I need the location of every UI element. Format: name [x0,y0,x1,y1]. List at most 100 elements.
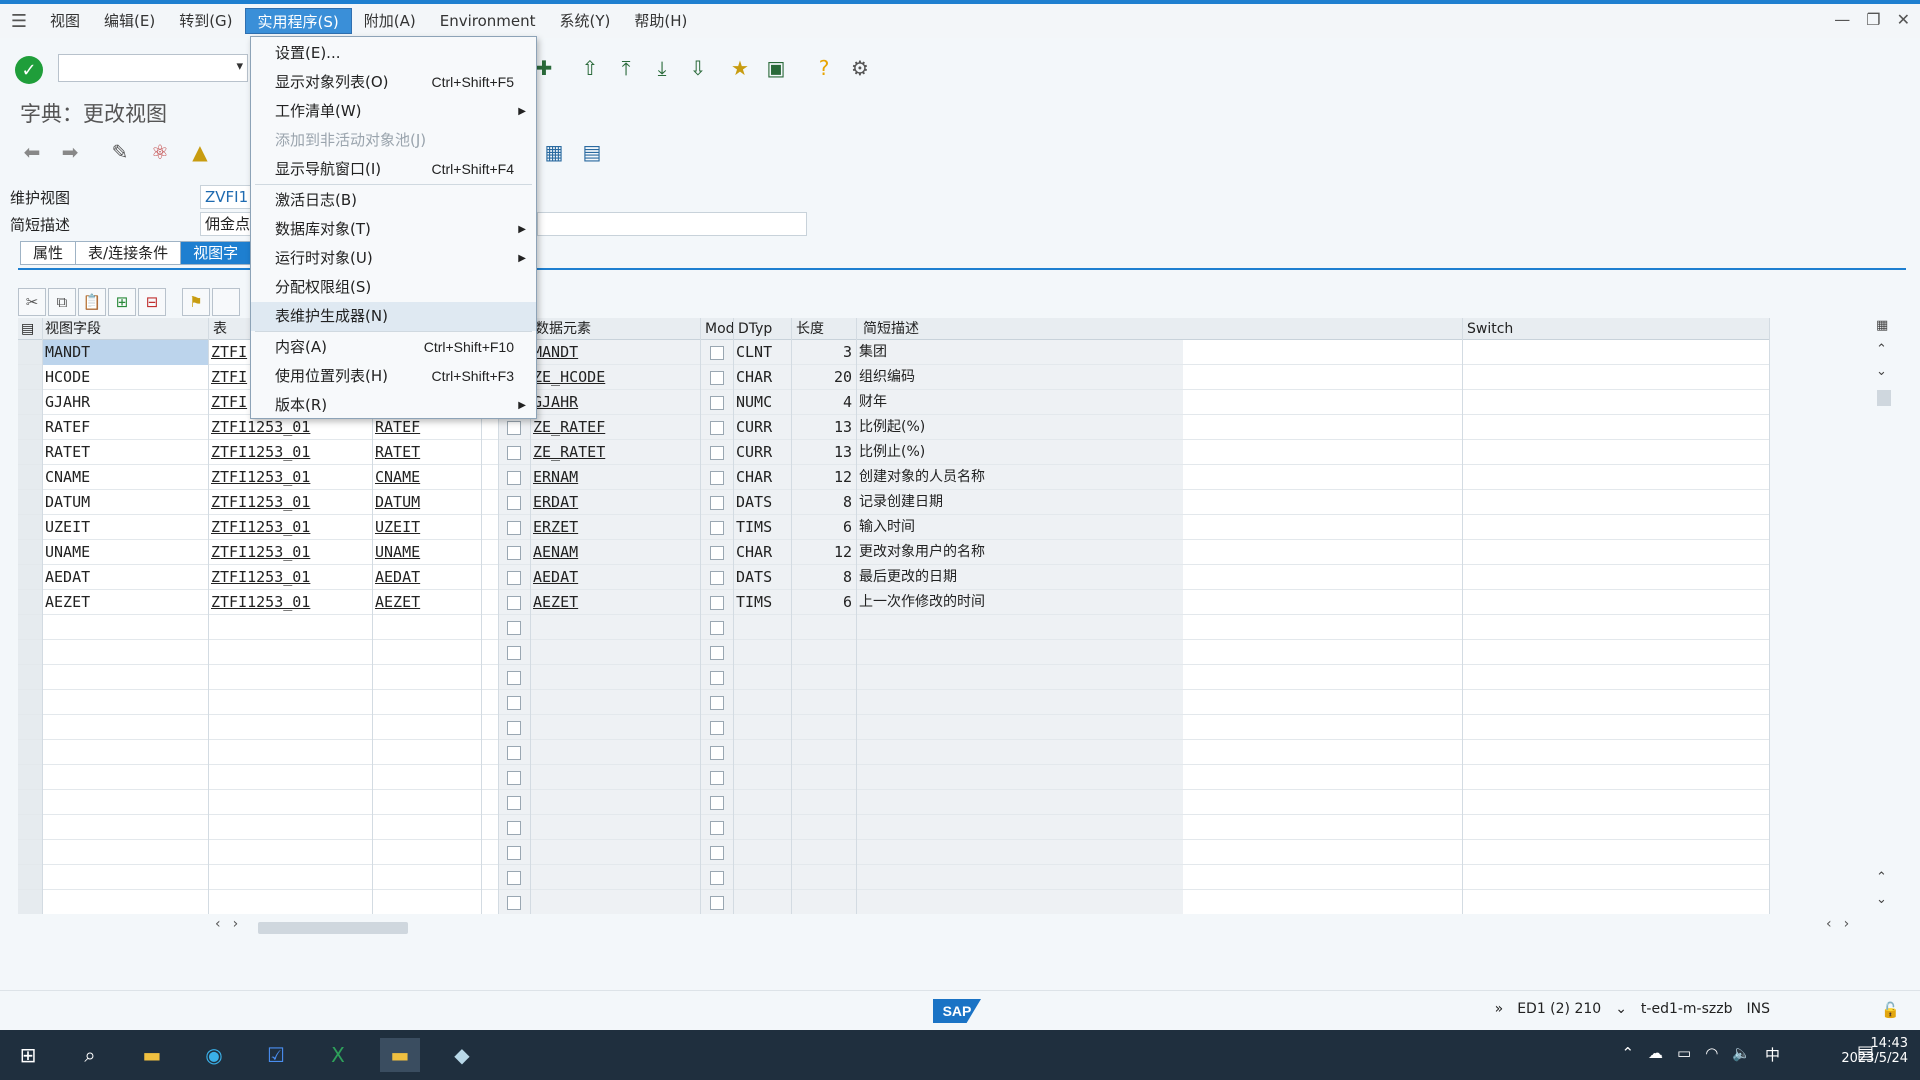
dropdown-item[interactable]: 显示导航窗口(I) Ctrl+Shift+F4 [251,155,536,184]
checkbox-mod[interactable] [710,346,724,360]
sap-menu-icon[interactable]: ☰ [0,4,38,38]
cell-table[interactable]: ZTFI1253_01 [208,590,372,615]
checkbox-key[interactable] [507,621,521,635]
cell-view-field[interactable]: HCODE [42,365,208,390]
short-desc-field-ext[interactable] [537,212,807,236]
cell-field[interactable]: AEDAT [372,565,481,590]
battery-icon[interactable]: ▭ [1677,1044,1691,1065]
dropdown-item[interactable]: 工作清单(W) ▶ [251,97,536,126]
cell-table[interactable]: ZTFI1253_01 [208,515,372,540]
checkbox-mod[interactable] [710,821,724,835]
menu-extras[interactable]: 附加(A) [352,8,428,34]
dropdown-item[interactable]: 添加到非活动对象池(J) [251,126,536,155]
cell-data-element[interactable]: ERZET [530,515,700,540]
onedrive-icon[interactable]: ☁ [1648,1044,1663,1065]
cell-data-element[interactable]: AEDAT [530,565,700,590]
checkbox-key[interactable] [507,696,521,710]
cell-data-element[interactable]: MANDT [530,340,700,365]
cell-data-element[interactable]: AEZET [530,590,700,615]
forward-arrow-icon[interactable]: ➡ [56,138,84,166]
checkbox-key[interactable] [507,471,521,485]
checkbox-key[interactable] [507,546,521,560]
checkbox-mod[interactable] [710,846,724,860]
dropdown-item[interactable]: 内容(A) Ctrl+Shift+F10 [251,333,536,362]
checkbox-key[interactable] [507,521,521,535]
menu-environment[interactable]: Environment [428,8,548,34]
cell-view-field[interactable]: GJAHR [42,390,208,415]
menu-view[interactable]: 视图 [38,8,92,34]
menu-help[interactable]: 帮助(H) [622,8,699,34]
vertical-scroll-thumb[interactable] [1877,390,1891,406]
cell-view-field[interactable]: RATEF [42,415,208,440]
excel-icon[interactable]: X [318,1038,358,1072]
checkbox-mod[interactable] [710,496,724,510]
check-object-icon[interactable]: ⚛ [146,138,174,166]
ime-indicator[interactable]: 中 [1765,1044,1780,1065]
checkbox-mod[interactable] [710,896,724,910]
upload-icon[interactable]: ⇧ [576,54,604,82]
chevron-down-icon[interactable]: ▾ [236,59,243,74]
scroll-up-icon[interactable]: ⌃ [1876,870,1887,885]
select-all-icon[interactable]: ▤ [18,318,42,340]
clock[interactable]: 14:43 2023/5/24 [1841,1036,1908,1066]
windows-start-icon[interactable]: ⊞ [8,1038,48,1072]
cell-view-field[interactable]: MANDT [42,340,208,365]
column-config-icon[interactable]: ▦ [1876,318,1888,333]
cell-view-field[interactable]: AEDAT [42,565,208,590]
cell-view-field[interactable]: UZEIT [42,515,208,540]
cut-icon[interactable]: ✂ [18,288,46,316]
dropdown-item[interactable]: 版本(R) ▶ [251,391,536,420]
cell-field[interactable]: UZEIT [372,515,481,540]
menu-system[interactable]: 系统(Y) [548,8,623,34]
paste-icon[interactable]: 📋 [78,288,106,316]
cell-view-field[interactable]: UNAME [42,540,208,565]
delete-row-icon[interactable]: ⊟ [138,288,166,316]
horizontal-scroll-thumb[interactable] [258,922,408,934]
cell-table[interactable]: ZTFI1253_01 [208,490,372,515]
dropdown-item[interactable]: 分配权限组(S) [251,273,536,302]
checkbox-key[interactable] [507,871,521,885]
cell-field[interactable]: RATET [372,440,481,465]
header-table[interactable]: 表 [210,318,227,340]
gear-icon[interactable]: ⚙ [846,54,874,82]
header-length[interactable]: 长度 [793,318,824,340]
hierarchy-icon[interactable]: ▦ [540,138,568,166]
menu-edit[interactable]: 编辑(E) [92,8,167,34]
scroll-down-icon[interactable]: ⌄ [1876,364,1887,379]
checkbox-mod[interactable] [710,696,724,710]
dropdown-item[interactable]: 设置(E)... [251,39,536,68]
cell-data-element[interactable]: ERDAT [530,490,700,515]
tab-view-fields[interactable]: 视图字 [180,241,252,265]
cell-table[interactable]: ZTFI1253_01 [208,540,372,565]
command-field[interactable]: ▾ [58,54,248,82]
sap-logon-icon[interactable]: ◆ [442,1038,482,1072]
checkbox-mod[interactable] [710,546,724,560]
cell-data-element[interactable]: ZE_HCODE [530,365,700,390]
menu-goto[interactable]: 转到(G) [167,8,244,34]
edge-browser-icon[interactable]: ◉ [194,1038,234,1072]
relationships-icon[interactable] [212,288,240,316]
dropdown-item[interactable]: 表维护生成器(N) [251,302,536,331]
file-explorer-icon[interactable]: ▬ [132,1038,172,1072]
last-page-icon[interactable]: ⇩ [684,54,712,82]
cell-data-element[interactable]: ERNAM [530,465,700,490]
header-dtyp[interactable]: DTyp [735,318,772,340]
cell-field[interactable]: CNAME [372,465,481,490]
checkbox-mod[interactable] [710,646,724,660]
checkbox-key[interactable] [507,896,521,910]
checkbox-key[interactable] [507,571,521,585]
lock-icon[interactable]: 🔓 [1881,1001,1900,1019]
checkbox-key[interactable] [507,746,521,760]
checkbox-key[interactable] [507,671,521,685]
notification-icon[interactable]: ▤ [1857,1042,1874,1063]
cell-data-element[interactable]: AENAM [530,540,700,565]
header-data-element[interactable]: 数据元素 [532,318,591,340]
search-icon[interactable]: ⌕ [70,1038,110,1072]
cell-data-element[interactable]: GJAHR [530,390,700,415]
scroll-up-icon[interactable]: ⌃ [1876,342,1887,357]
copy-icon[interactable]: ⧉ [48,288,76,316]
checkbox-mod[interactable] [710,721,724,735]
tab-join-conditions[interactable]: 表/连接条件 [75,241,182,265]
cell-data-element[interactable]: ZE_RATET [530,440,700,465]
checkbox-mod[interactable] [710,571,724,585]
